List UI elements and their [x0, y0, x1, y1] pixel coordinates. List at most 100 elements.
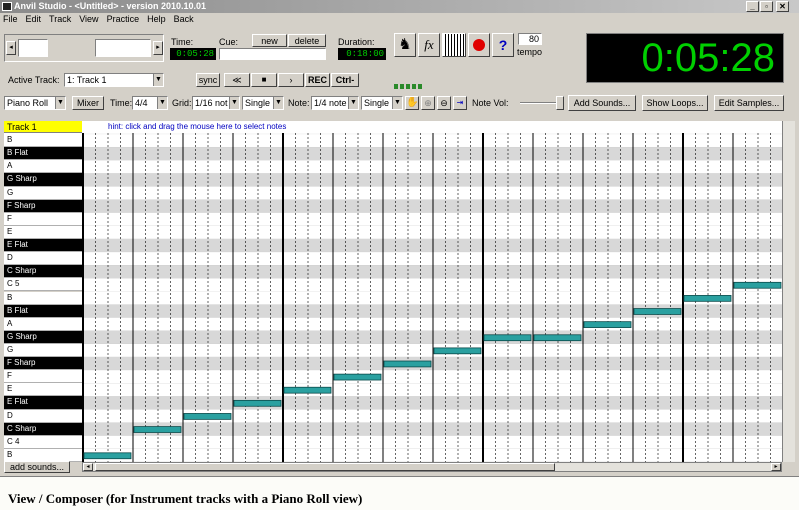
piano-key[interactable]: B Flat: [4, 304, 82, 318]
piano-key[interactable]: G Sharp: [4, 173, 82, 187]
note-block[interactable]: [383, 360, 432, 368]
menu-track[interactable]: Track: [49, 13, 71, 26]
minimize-button[interactable]: _: [746, 1, 759, 12]
ctrl-button[interactable]: Ctrl-: [331, 73, 359, 87]
scroll-right-arrow[interactable]: ▸: [771, 463, 781, 471]
note-mode-select[interactable]: Single ▼: [361, 96, 403, 110]
fx-icon[interactable]: fx: [418, 33, 440, 57]
piano-key[interactable]: C Sharp: [4, 265, 82, 279]
note-block[interactable]: [183, 413, 232, 420]
scroll-thumb[interactable]: [95, 463, 555, 471]
play-button[interactable]: ›: [278, 73, 304, 87]
sync-button[interactable]: sync: [196, 73, 220, 87]
note-block[interactable]: [133, 426, 182, 433]
piano-key[interactable]: E: [4, 225, 82, 240]
slider-thumb-right[interactable]: [95, 39, 151, 57]
piano-key[interactable]: D: [4, 409, 82, 423]
maximize-button[interactable]: ▫: [760, 1, 773, 12]
note-block[interactable]: [533, 334, 582, 342]
piano-key[interactable]: A: [4, 160, 82, 174]
note-volume-thumb[interactable]: [556, 96, 564, 110]
time-sig-select[interactable]: 4/4 ▼: [132, 96, 168, 110]
cue-field[interactable]: [219, 48, 326, 60]
grid-row: [82, 291, 782, 305]
piano-key[interactable]: F: [4, 370, 82, 384]
stop-button[interactable]: ■: [251, 73, 277, 87]
note-block[interactable]: [633, 308, 682, 315]
composer-title: View / Composer (for Instrument tracks w…: [8, 491, 363, 506]
record-icon[interactable]: [468, 33, 490, 57]
grid-mode-select[interactable]: Single ▼: [242, 96, 284, 110]
piano-key[interactable]: F Sharp: [4, 357, 82, 371]
duration-label: Duration:: [338, 37, 375, 47]
zoom-in-icon[interactable]: ⊕: [421, 96, 435, 110]
help-icon[interactable]: ?: [492, 33, 514, 57]
menu-help[interactable]: Help: [147, 13, 166, 26]
show-loops-button[interactable]: Show Loops...: [642, 95, 708, 111]
add-sounds-button[interactable]: Add Sounds...: [568, 95, 636, 111]
piano-key[interactable]: F: [4, 212, 82, 226]
edit-samples-button[interactable]: Edit Samples...: [714, 95, 784, 111]
piano-keyboard-icon[interactable]: [442, 33, 466, 57]
zoom-out-icon[interactable]: ⊖: [437, 96, 451, 110]
piano-key[interactable]: G: [4, 343, 82, 358]
grid-row: [82, 252, 782, 266]
note-block[interactable]: [433, 347, 482, 355]
big-clock-display: 0:05:28: [586, 33, 784, 83]
go-to-icon[interactable]: ⇥: [453, 96, 467, 110]
grid-row: [82, 239, 782, 253]
rec-button[interactable]: REC: [305, 73, 330, 87]
piano-key[interactable]: D: [4, 252, 82, 266]
position-slider[interactable]: ◂ ▸: [4, 34, 164, 62]
horizontal-scrollbar[interactable]: ◂ ▸: [82, 462, 782, 472]
piano-key[interactable]: G: [4, 186, 82, 200]
grid-row: [82, 147, 782, 161]
pointer-tool-icon[interactable]: ✋: [405, 96, 419, 110]
piano-key[interactable]: C Sharp: [4, 422, 82, 436]
piano-roll-grid[interactable]: hint: click and drag the mouse here to s…: [82, 121, 782, 462]
close-button[interactable]: ✕: [776, 1, 789, 12]
mixer-button[interactable]: Mixer: [72, 96, 104, 110]
scroll-left-arrow[interactable]: ◂: [83, 463, 93, 471]
piano-key[interactable]: E Flat: [4, 396, 82, 410]
note-block[interactable]: [683, 295, 732, 302]
cue-delete-button[interactable]: delete: [288, 34, 326, 47]
note-block[interactable]: [283, 386, 332, 394]
menu-edit[interactable]: Edit: [26, 13, 42, 26]
piano-key[interactable]: F Sharp: [4, 199, 82, 213]
piano-key[interactable]: B Flat: [4, 147, 82, 161]
piano-roll-canvas[interactable]: [82, 121, 782, 462]
cue-new-button[interactable]: new: [252, 34, 287, 47]
piano-key[interactable]: E Flat: [4, 239, 82, 253]
menu-back[interactable]: Back: [174, 13, 194, 26]
note-block[interactable]: [333, 373, 382, 381]
note-volume-label: Note Vol:: [472, 98, 509, 108]
piano-key[interactable]: G Sharp: [4, 330, 82, 344]
piano-key[interactable]: E: [4, 383, 82, 397]
tempo-field[interactable]: 80: [518, 33, 542, 45]
slider-left-arrow[interactable]: ◂: [6, 41, 16, 55]
note-block[interactable]: [483, 334, 532, 342]
slider-thumb-left[interactable]: [18, 39, 48, 57]
metronome-icon[interactable]: ♞: [394, 33, 416, 57]
piano-key[interactable]: B: [4, 291, 82, 305]
note-block[interactable]: [733, 281, 782, 289]
piano-key[interactable]: A: [4, 317, 82, 331]
grid-select[interactable]: 1/16 not ▼: [192, 96, 240, 110]
slider-right-arrow[interactable]: ▸: [153, 41, 163, 55]
piano-key[interactable]: C 5: [4, 278, 82, 292]
menu-practice[interactable]: Practice: [107, 13, 140, 26]
menu-file[interactable]: File: [3, 13, 18, 26]
note-block[interactable]: [233, 399, 282, 407]
rewind-button[interactable]: ≪: [224, 73, 250, 87]
active-track-select[interactable]: 1: Track 1 ▼: [64, 73, 164, 87]
menu-view[interactable]: View: [79, 13, 98, 26]
note-block[interactable]: [83, 452, 132, 460]
note-length-select[interactable]: 1/4 note ▼: [311, 96, 359, 110]
view-select[interactable]: Piano Roll ▼: [4, 96, 66, 110]
piano-key[interactable]: C 4: [4, 435, 82, 449]
piano-key[interactable]: B: [4, 134, 82, 148]
add-sounds-small-button[interactable]: add sounds...: [4, 461, 70, 473]
vertical-scrollbar[interactable]: [782, 121, 795, 462]
note-block[interactable]: [583, 321, 632, 328]
